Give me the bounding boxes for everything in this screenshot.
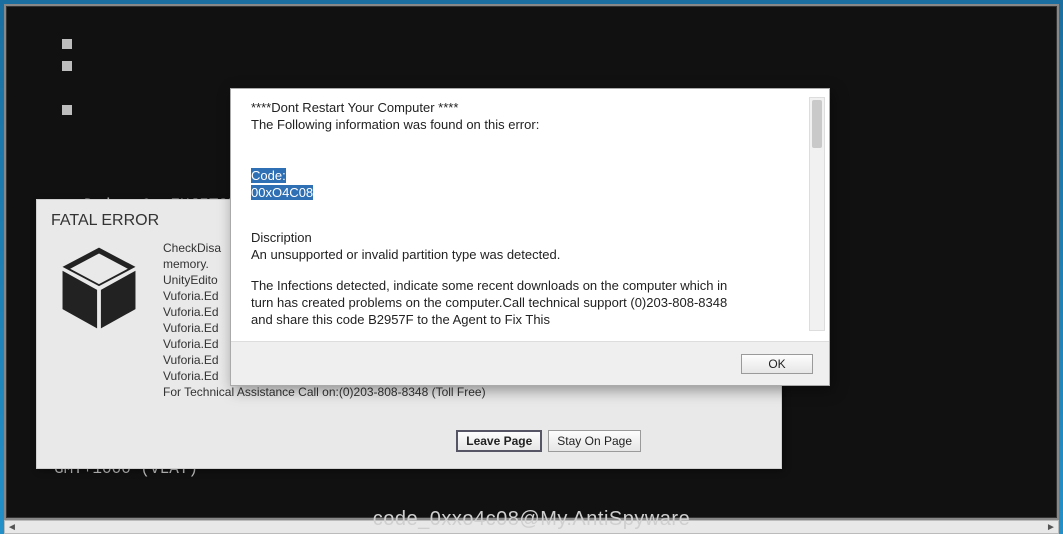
description-label: Discription bbox=[251, 229, 801, 246]
infection-text: The Infections detected, indicate some r… bbox=[251, 277, 801, 294]
alert-headline: ****Dont Restart Your Computer **** bbox=[251, 99, 801, 116]
bullet-icon bbox=[62, 61, 72, 71]
leave-page-button[interactable]: Leave Page bbox=[456, 430, 542, 452]
alert-scrollbar[interactable] bbox=[809, 97, 825, 331]
horizontal-scrollbar[interactable]: ◄ ► bbox=[4, 520, 1059, 534]
infection-text: turn has created problems on the compute… bbox=[251, 294, 801, 311]
terminal-window: Drive 0: FUJITSU MPG3204AH Serial Number… bbox=[4, 4, 1059, 520]
bullet-icon bbox=[62, 39, 72, 49]
scrollbar-thumb[interactable] bbox=[812, 100, 822, 148]
alert-subhead: The Following information was found on t… bbox=[251, 116, 801, 133]
ok-button[interactable]: OK bbox=[741, 354, 813, 374]
code-label: Code: bbox=[251, 168, 286, 183]
scroll-right-icon[interactable]: ► bbox=[1044, 521, 1058, 533]
unity-cube-icon bbox=[51, 240, 147, 400]
fatal-line: For Technical Assistance Call on:(0)203-… bbox=[163, 384, 486, 400]
alert-dialog: ****Dont Restart Your Computer **** The … bbox=[230, 88, 830, 386]
alert-content: ****Dont Restart Your Computer **** The … bbox=[251, 99, 809, 331]
scrollbar-track[interactable] bbox=[19, 521, 1044, 533]
bullet-icon bbox=[62, 105, 72, 115]
description-text: An unsupported or invalid partition type… bbox=[251, 246, 801, 263]
scroll-left-icon[interactable]: ◄ bbox=[5, 521, 19, 533]
infection-text: and share this code B2957F to the Agent … bbox=[251, 311, 801, 328]
alert-footer: OK bbox=[231, 341, 829, 385]
stay-on-page-button[interactable]: Stay On Page bbox=[548, 430, 641, 452]
code-value: 00xO4C08 bbox=[251, 185, 313, 200]
